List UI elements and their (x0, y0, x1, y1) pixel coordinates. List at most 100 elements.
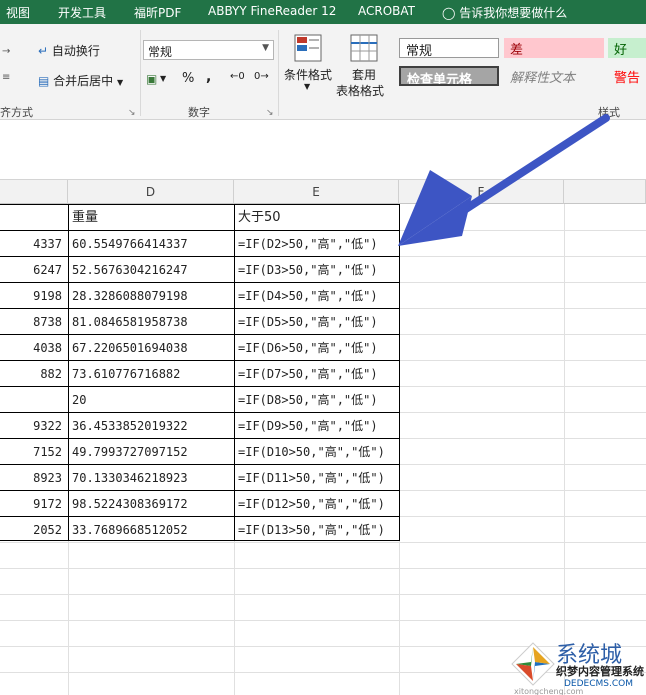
indent-icon[interactable]: → (2, 46, 10, 57)
cell-c8[interactable] (0, 387, 66, 413)
style-normal[interactable]: 常规 (399, 38, 499, 58)
cell-d12[interactable]: 98.5224308369172 (69, 491, 233, 517)
style-good[interactable]: 好 (608, 38, 646, 58)
cell-d2[interactable]: 60.5549766414337 (69, 231, 233, 257)
chevron-down-icon[interactable]: ▼ (160, 74, 166, 83)
menu-view[interactable]: 视图 (6, 4, 30, 21)
wrap-text-label: 自动换行 (51, 44, 100, 58)
cell-e2[interactable]: =IF(D2>50,"高","低") (235, 231, 398, 257)
tell-me-box[interactable]: ◯ 告诉我你想要做什么 (442, 4, 567, 21)
alignment-group-label: 齐方式 (0, 106, 33, 119)
merge-center-button[interactable]: ▤ 合并后居中 ▼ (38, 72, 123, 89)
format-as-table-label-1: 套用 (352, 68, 377, 82)
cell-d13[interactable]: 33.7689668512052 (69, 517, 233, 543)
decrease-decimal-icon[interactable]: 0→ (254, 71, 269, 82)
cell-d4[interactable]: 28.3286088079198 (69, 283, 233, 309)
formula-area (0, 120, 646, 180)
wrap-text-button[interactable]: ↵ 自动换行 (38, 42, 100, 59)
cell-c4[interactable]: 9198 (0, 283, 66, 309)
cell-e11[interactable]: =IF(D11>50,"高","低") (235, 465, 398, 491)
cell-d3[interactable]: 52.5676304216247 (69, 257, 233, 283)
chevron-down-icon: ▼ (262, 43, 269, 53)
divider (278, 30, 279, 116)
watermark-line1: 织梦内容管理系统 (556, 665, 644, 678)
cell-e3[interactable]: =IF(D3>50,"高","低") (235, 257, 398, 283)
cell-e12[interactable]: =IF(D12>50,"高","低") (235, 491, 398, 517)
worksheet[interactable]: D E F 重量 大于50 4337 60.5549766414337 =IF(… (0, 180, 646, 695)
cell-c5[interactable]: 8738 (0, 309, 66, 335)
cell-d9[interactable]: 36.4533852019322 (69, 413, 233, 439)
gridline (0, 594, 646, 595)
number-format-dropdown[interactable]: 常规 ▼ (143, 40, 274, 60)
cell-e13[interactable]: =IF(D13>50,"高","低") (235, 517, 398, 543)
cell-c7[interactable]: 882 (0, 361, 66, 387)
style-warning[interactable]: 警告 (608, 66, 646, 86)
conditional-format-icon (294, 34, 322, 62)
dialog-launcher-icon[interactable]: ↘ (128, 108, 136, 118)
tell-me-text: 告诉我你想要做什么 (459, 6, 568, 20)
conditional-format-button[interactable]: 条件格式 ▼ (282, 32, 336, 102)
gridline (0, 620, 646, 621)
watermark: 系统城 织梦内容管理系统 DEDECMS.COM xitongcheng.com (506, 635, 646, 695)
cell-d8[interactable]: 20 (69, 387, 233, 413)
ribbon: → ≡ ↵ 自动换行 ▤ 合并后居中 ▼ 齐方式 ↘ 常规 ▼ ▣ ▼ % , … (0, 24, 646, 120)
indent-decrease-icon[interactable]: ≡ (2, 72, 10, 83)
column-header-d[interactable]: D (68, 180, 234, 204)
watermark-line3: xitongcheng.com (514, 687, 584, 695)
wrap-text-icon: ↵ (38, 44, 49, 58)
format-as-table-button[interactable]: 套用 表格格式 (336, 32, 394, 102)
gridline (564, 204, 565, 695)
cell-e10[interactable]: =IF(D10>50,"高","低") (235, 439, 398, 465)
column-header-e[interactable]: E (234, 180, 399, 204)
cell-e4[interactable]: =IF(D4>50,"高","低") (235, 283, 398, 309)
cell-c12[interactable]: 9172 (0, 491, 66, 517)
chevron-down-icon: ▼ (117, 78, 124, 87)
header-cell-gt50[interactable]: 大于50 (235, 205, 398, 231)
cell-c9[interactable]: 9322 (0, 413, 66, 439)
cell-c11[interactable]: 8923 (0, 465, 66, 491)
dialog-launcher-icon[interactable]: ↘ (266, 108, 274, 118)
style-bad[interactable]: 差 (504, 38, 604, 58)
menu-abbyy[interactable]: ABBYY FineReader 12 (208, 4, 336, 18)
format-as-table-label-2: 表格格式 (336, 84, 385, 98)
cell-d7[interactable]: 73.610776716882 (69, 361, 233, 387)
cell-c10[interactable]: 7152 (0, 439, 66, 465)
chevron-down-icon: ▼ (304, 82, 311, 91)
divider (140, 30, 141, 116)
column-header-f[interactable]: F (399, 180, 564, 204)
style-check-cell[interactable]: 检查单元格 (399, 66, 499, 86)
number-group-label: 数字 (188, 106, 210, 119)
header-cell-weight[interactable]: 重量 (69, 205, 233, 231)
comma-style-button[interactable]: , (206, 69, 211, 85)
cell-e7[interactable]: =IF(D7>50,"高","低") (235, 361, 398, 387)
column-header-g[interactable] (564, 180, 646, 204)
cell-c6[interactable]: 4038 (0, 335, 66, 361)
cell-e9[interactable]: =IF(D9>50,"高","低") (235, 413, 398, 439)
cell-d10[interactable]: 49.7993727097152 (69, 439, 233, 465)
lightbulb-icon: ◯ (442, 6, 456, 20)
conditional-format-label: 条件格式 (284, 68, 333, 82)
merge-center-label: 合并后居中 (53, 74, 114, 88)
cell-d11[interactable]: 70.1330346218923 (69, 465, 233, 491)
style-explanatory[interactable]: 解释性文本 (504, 66, 604, 86)
merge-center-icon: ▤ (38, 74, 50, 88)
menu-developer[interactable]: 开发工具 (58, 4, 106, 21)
cell-d5[interactable]: 81.0846581958738 (69, 309, 233, 335)
increase-decimal-icon[interactable]: ←0 (230, 71, 245, 82)
number-format-value: 常规 (148, 45, 173, 59)
cell-e5[interactable]: =IF(D5>50,"高","低") (235, 309, 398, 335)
cell-c3[interactable]: 6247 (0, 257, 66, 283)
currency-format-icon[interactable]: ▣ (146, 72, 157, 86)
cell-c2[interactable]: 4337 (0, 231, 66, 257)
cell-e8[interactable]: =IF(D8>50,"高","低") (235, 387, 398, 413)
gridline (0, 568, 646, 569)
format-as-table-icon (350, 34, 378, 62)
column-header-c[interactable] (0, 180, 68, 204)
menu-foxit-pdf[interactable]: 福昕PDF (134, 4, 181, 21)
cell-d6[interactable]: 67.2206501694038 (69, 335, 233, 361)
menu-bar: 视图 开发工具 福昕PDF ABBYY FineReader 12 ACROBA… (0, 0, 646, 24)
percent-style-button[interactable]: % (182, 71, 194, 86)
menu-acrobat[interactable]: ACROBAT (358, 4, 415, 18)
cell-e6[interactable]: =IF(D6>50,"高","低") (235, 335, 398, 361)
cell-c13[interactable]: 2052 (0, 517, 66, 543)
